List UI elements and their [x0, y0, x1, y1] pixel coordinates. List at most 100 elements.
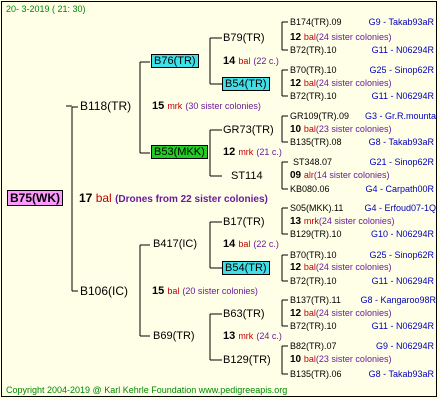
gen3-note: (23 sister colonies): [315, 354, 392, 364]
gen3-type: bal: [303, 262, 316, 272]
gen4-queen-15: B82(TR).07: [290, 341, 337, 351]
gen4-queen-2: B72(TR).10: [290, 45, 337, 55]
gen4-info-3: G25 - Sinop62R: [369, 65, 434, 75]
gen4-queen-8: KB080.06: [290, 184, 330, 194]
gen4-queen-5: GR109(TR).09: [290, 111, 350, 121]
gen2-note: (21 c.): [256, 147, 282, 157]
gen4-info-4: G11 - N06294R: [371, 91, 434, 101]
gen4-queen-6: B135(TR).08: [290, 137, 342, 147]
gen4-queen-10: B129(TR).10: [290, 229, 342, 239]
connector-b69: [209, 313, 222, 361]
gen4-queen-7: ST348.07: [293, 157, 333, 167]
gen4-queen-11: B70(TR).10: [290, 250, 337, 260]
gen3-count: 12: [290, 78, 302, 89]
gen3-count: 12: [290, 32, 302, 43]
gen4-info-13: G8 - Kangaroo98R: [360, 295, 436, 305]
gen3-count: 12: [290, 262, 302, 273]
gen3-note: (24 sister colonies): [315, 262, 392, 272]
gen4-queen-4: B72(TR).10: [290, 91, 337, 101]
gen2-count: 14: [223, 238, 236, 250]
gen3-queen-7: B63(TR): [223, 308, 265, 320]
root-drone-info: 17 bal (Drones from 22 sister colonies): [79, 192, 268, 206]
gen2-queen-name: B53(MKK): [151, 145, 208, 159]
gen2-note: (22 c.): [253, 239, 279, 249]
gen3-type: bal: [303, 78, 316, 88]
gen3-drone-2: 12 bal(24 sister colonies): [290, 77, 391, 90]
gen4-queen-3: B70(TR).10: [290, 65, 337, 75]
gen3-queen-name: B54(TR): [222, 77, 270, 91]
connector-b118: [139, 61, 150, 154]
gen4-queen-16: B135(TR).06: [290, 369, 342, 379]
gen2-note: (24 c.): [256, 331, 282, 341]
gen1-note: (20 sister colonies): [182, 286, 258, 296]
gen2-type: mrk: [238, 147, 254, 157]
gen3-note: (24 sister colonies): [318, 216, 395, 226]
gen3-note: (24 sister colonies): [315, 308, 392, 318]
gen2-queen-4: B69(TR): [153, 330, 195, 342]
connector-g3-8: [281, 345, 288, 375]
gen4-info-12: G11 - N06294R: [371, 276, 434, 286]
gen2-count: 13: [223, 330, 236, 342]
gen4-queen-14: B72(TR).10: [290, 321, 337, 331]
gen3-count: 10: [290, 354, 302, 365]
gen3-type: bal: [303, 308, 316, 318]
gen3-queen-1: B79(TR): [223, 32, 265, 44]
gen4-info-16: G8 - Takab93aR: [368, 369, 434, 379]
gen2-drone-2: 12 mrk (21 c.): [223, 146, 282, 159]
gen4-info-7: G21 - Sinop62R: [369, 157, 434, 167]
gen3-queen-4: ST114: [231, 170, 263, 182]
connector-b417: [209, 221, 222, 269]
gen1-drone-2: 15 bal (20 sister colonies): [152, 285, 258, 298]
gen4-info-9: G4 - Erfoud07-1Q: [364, 203, 436, 213]
gen3-drone-7: 12 bal(24 sister colonies): [290, 307, 391, 320]
gen3-drone-3: 10 bal(23 sister colonies): [290, 123, 391, 136]
gen4-info-14: G11 - N06294R: [371, 321, 434, 331]
gen3-count: 10: [290, 124, 302, 135]
gen3-type: mrk: [303, 216, 319, 226]
gen1-count: 15: [152, 100, 165, 112]
gen4-queen-13: B137(TR).11: [290, 295, 341, 305]
gen3-queen-8: B129(TR): [223, 354, 271, 366]
gen3-type: bal: [303, 354, 316, 364]
gen4-info-15: G9 - N06294R: [375, 341, 434, 351]
gen4-info-2: G11 - N06294R: [371, 45, 434, 55]
connector-g3-3: [281, 115, 288, 143]
gen3-drone-1: 12 bal(24 sister colonies): [290, 31, 391, 44]
gen2-type: mrk: [238, 331, 254, 341]
pedigree-page: 20- 3-2019 ( 21: 30) B75(WK) 17 bal (Dro…: [0, 0, 440, 400]
gen2-count: 14: [223, 55, 236, 67]
gen3-type: alr: [303, 170, 314, 180]
gen3-note: (24 sister colonies): [315, 32, 392, 42]
gen3-queen-5: B17(TR): [223, 216, 265, 228]
gen2-drone-3: 14 bal (22 c.): [223, 238, 279, 251]
connector-g3-2: [281, 69, 288, 97]
footer-copyright: Copyright 2004-2019 @ Karl Kehrle Founda…: [6, 385, 288, 395]
connector-g3-6: [281, 254, 288, 282]
connector-b53: [209, 129, 222, 177]
gen3-note: (14 sister colonies): [313, 170, 390, 180]
gen3-drone-6: 12 bal(24 sister colonies): [290, 261, 391, 274]
gen4-queen-1: B174(TR).09: [290, 17, 342, 27]
gen4-info-6: G8 - Takab93aR: [368, 137, 434, 147]
gen4-info-1: G9 - Takab93aR: [368, 17, 434, 27]
connector-b76: [209, 37, 222, 85]
gen1-queen-2: B106(IC): [80, 284, 129, 298]
gen4-queen-9: S05(MKK).11: [290, 203, 344, 213]
gen1-type: bal: [167, 286, 180, 296]
gen1-drone-1: 15 mrk (30 sister colonies): [152, 100, 261, 113]
gen3-type: bal: [303, 124, 316, 134]
gen3-count: 09: [290, 170, 302, 181]
gen2-drone-4: 13 mrk (24 c.): [223, 330, 282, 343]
gen4-info-8: G4 - Carpath00R: [365, 184, 434, 194]
gen4-info-11: G25 - Sinop62R: [369, 250, 434, 260]
connector-b106: [139, 244, 150, 337]
root-queen: B75(WK): [7, 190, 63, 206]
connector-g3-5: [281, 207, 288, 235]
gen2-queen-2: B53(MKK): [151, 145, 208, 159]
connector-g3-7: [281, 299, 288, 327]
gen3-note: (24 sister colonies): [315, 78, 392, 88]
gen2-count: 12: [223, 146, 236, 158]
gen3-queen-name: B54(TR): [222, 261, 270, 275]
gen3-drone-5: 13 mrk(24 sister colonies): [290, 215, 394, 228]
gen3-drone-8: 10 bal(23 sister colonies): [290, 353, 391, 366]
